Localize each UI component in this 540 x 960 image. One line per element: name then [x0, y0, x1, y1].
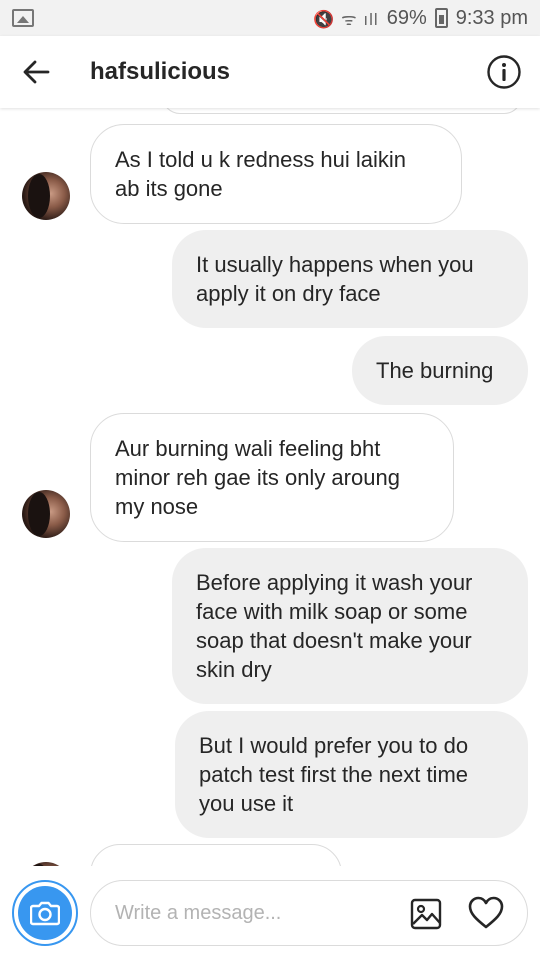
- message-composer: Write a message...: [0, 866, 540, 960]
- message-thread[interactable]: As I told u k redness hui laikin ab its …: [0, 108, 540, 866]
- chat-header: hafsulicious: [0, 36, 540, 108]
- partial-message-bubble: [90, 844, 342, 866]
- partial-message-bubble: [162, 108, 522, 114]
- gallery-status-icon: [12, 9, 34, 27]
- status-bar: 🔇 ᯤ ıll 69% 9:33 pm: [0, 0, 540, 36]
- signal-icons: 🔇 ᯤ ıll: [313, 9, 379, 29]
- message-bubble-outgoing[interactable]: Before applying it wash your face with m…: [172, 548, 528, 704]
- message-bubble-outgoing[interactable]: But I would prefer you to do patch test …: [175, 711, 528, 838]
- message-bubble-incoming[interactable]: Aur burning wali feeling bht minor reh g…: [90, 413, 454, 542]
- battery-icon: [434, 8, 448, 28]
- avatar[interactable]: [22, 490, 70, 538]
- message-input-placeholder: Write a message...: [115, 901, 282, 924]
- avatar[interactable]: [22, 172, 70, 220]
- message-input[interactable]: Write a message...: [90, 880, 528, 946]
- battery-percent: 69%: [386, 6, 427, 29]
- back-arrow-icon[interactable]: [18, 54, 54, 90]
- info-icon[interactable]: [486, 54, 522, 90]
- message-bubble-outgoing[interactable]: It usually happens when you apply it on …: [172, 230, 528, 328]
- conversation-title[interactable]: hafsulicious: [90, 58, 230, 86]
- gallery-icon[interactable]: [410, 898, 442, 930]
- message-bubble-incoming[interactable]: As I told u k redness hui laikin ab its …: [90, 124, 462, 224]
- message-bubble-outgoing[interactable]: The burning: [352, 336, 528, 405]
- camera-icon: [18, 886, 72, 940]
- heart-icon[interactable]: [468, 896, 504, 930]
- status-right: 🔇 ᯤ ıll 69% 9:33 pm: [313, 7, 528, 30]
- status-time: 9:33 pm: [455, 6, 528, 29]
- camera-button[interactable]: [12, 880, 78, 946]
